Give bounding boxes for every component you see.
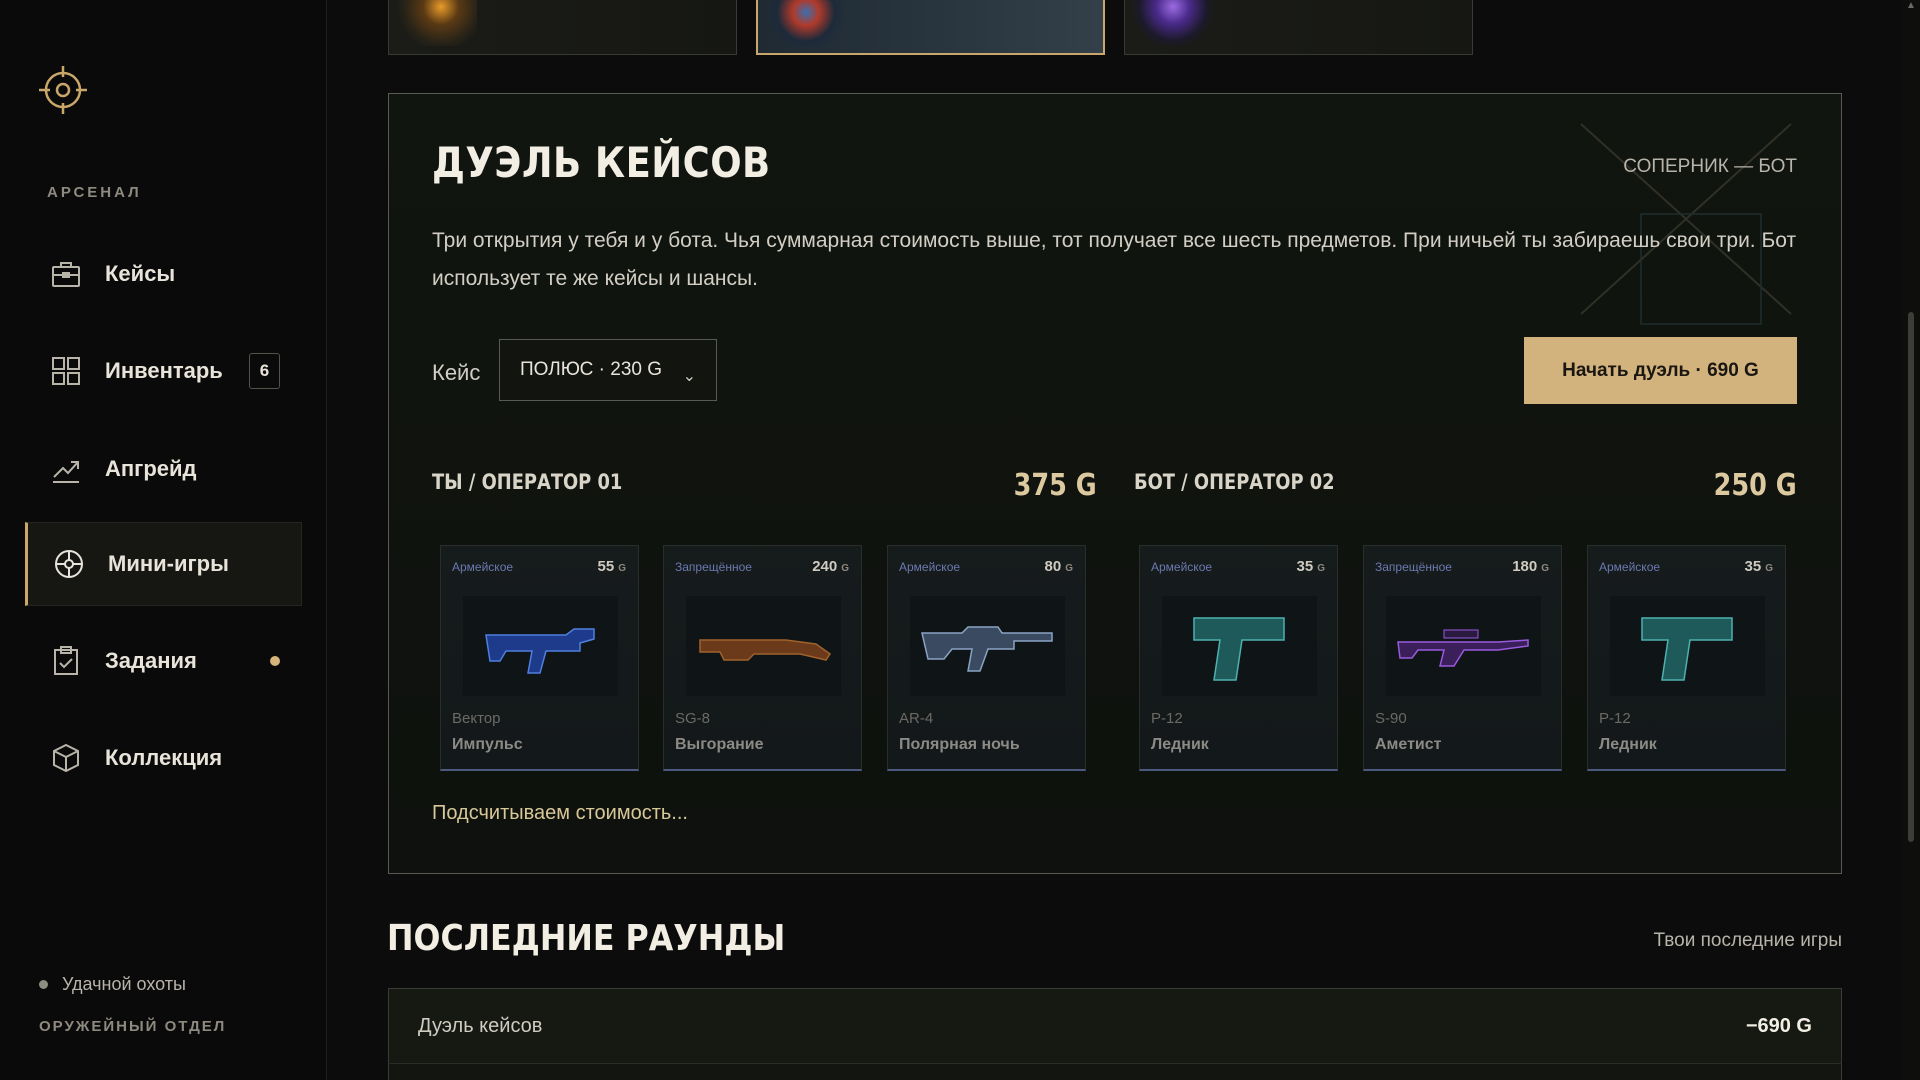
case-image bbox=[397, 0, 477, 46]
shotgun-icon bbox=[686, 596, 841, 696]
case-thumbnail[interactable] bbox=[1124, 0, 1473, 55]
recent-games-link[interactable]: Твои последние игры bbox=[1653, 930, 1842, 952]
item-model: P-12 bbox=[1599, 710, 1631, 727]
sidebar-item-inventory[interactable]: Инвентарь 6 bbox=[25, 329, 302, 413]
item-skin: Полярная ночь bbox=[899, 736, 1020, 753]
item-price: 80 G bbox=[1044, 558, 1073, 575]
item-model: AR-4 bbox=[899, 710, 934, 727]
sidebar-item-label: Коллекция bbox=[105, 745, 223, 770]
pistol-icon bbox=[1610, 596, 1765, 696]
item-card[interactable]: Армейское 80 G AR-4 Полярная ночь bbox=[887, 545, 1086, 771]
case-thumbnail-selected[interactable] bbox=[756, 0, 1105, 55]
opponent-label: СОПЕРНИК — БОТ bbox=[1623, 156, 1797, 177]
scrollbar-thumb[interactable] bbox=[1908, 312, 1914, 842]
sidebar-item-label: Инвентарь bbox=[105, 358, 223, 383]
item-card[interactable]: Запрещённое 240 G SG-8 Выгорание bbox=[663, 545, 862, 771]
table-row[interactable]: Дуэль кейсов −690 G bbox=[388, 988, 1842, 1064]
case-duel-panel: ДУЭЛЬ КЕЙСОВ СОПЕРНИК — БОТ Три открытия… bbox=[388, 93, 1842, 874]
item-card[interactable]: Запрещённое 180 G S-90 Аметист bbox=[1363, 545, 1562, 771]
item-card[interactable]: Армейское 55 G Вектор Импульс bbox=[440, 545, 639, 771]
item-rarity: Запрещённое bbox=[675, 560, 752, 574]
item-rarity: Армейское bbox=[452, 560, 514, 574]
sidebar-item-upgrade[interactable]: Апгрейд bbox=[25, 427, 302, 511]
briefcase-icon bbox=[49, 257, 83, 291]
duel-title: ДУЭЛЬ КЕЙСОВ bbox=[432, 138, 771, 187]
item-skin: Ледник bbox=[1151, 736, 1209, 753]
smg-icon bbox=[463, 596, 618, 696]
rifle-icon bbox=[910, 596, 1065, 696]
item-rarity: Армейское bbox=[899, 560, 961, 574]
chevron-down-icon: ⌄ bbox=[682, 368, 696, 385]
item-card[interactable]: Армейское 35 G P-12 Ледник bbox=[1587, 545, 1786, 771]
item-rarity: Армейское bbox=[1599, 560, 1661, 574]
scroll-up-icon[interactable]: ▲ bbox=[1906, 0, 1916, 11]
duel-description: Три открытия у тебя и у бота. Чья суммар… bbox=[432, 229, 1797, 290]
sidebar-item-tasks[interactable]: Задания bbox=[25, 619, 302, 703]
sidebar-item-label: Апгрейд bbox=[105, 456, 197, 481]
bot-total: 250 G bbox=[1713, 468, 1797, 503]
clipboard-icon bbox=[49, 644, 83, 678]
sidebar-item-label: Задания bbox=[105, 648, 197, 673]
status-dot bbox=[39, 980, 48, 989]
case-select-label: Кейс bbox=[432, 360, 481, 385]
department-label: ОРУЖЕЙНЫЙ ОТДЕЛ bbox=[39, 1018, 227, 1035]
case-select-value: ПОЛЮС · 230 G bbox=[520, 359, 663, 380]
item-price: 240 G bbox=[812, 558, 849, 575]
start-duel-button[interactable]: Начать дуэль · 690 G bbox=[1524, 337, 1797, 404]
item-price: 35 G bbox=[1744, 558, 1773, 575]
item-card[interactable]: Армейское 35 G P-12 Ледник bbox=[1139, 545, 1338, 771]
recent-rounds-title: ПОСЛЕДНИЕ РАУНДЫ bbox=[387, 918, 786, 959]
case-select[interactable]: ПОЛЮС · 230 G ⌄ bbox=[499, 339, 717, 401]
item-skin: Аметист bbox=[1375, 736, 1442, 753]
player-label: ТЫ / ОПЕРАТОР 01 bbox=[432, 470, 623, 494]
inventory-count-badge: 6 bbox=[249, 353, 280, 389]
case-image bbox=[766, 0, 846, 46]
sidebar-item-label: Мини-игры bbox=[108, 551, 229, 576]
sidebar-item-label: Кейсы bbox=[105, 261, 176, 286]
item-price: 55 G bbox=[597, 558, 626, 575]
item-model: P-12 bbox=[1151, 710, 1183, 727]
crosshair-icon[interactable] bbox=[37, 64, 89, 116]
item-price: 180 G bbox=[1512, 558, 1549, 575]
status-text: Удачной охоты bbox=[62, 974, 186, 994]
item-model: Вектор bbox=[452, 710, 501, 727]
status-indicator: Удачной охоты bbox=[39, 974, 186, 995]
cube-icon bbox=[49, 741, 83, 775]
item-skin: Импульс bbox=[452, 736, 523, 753]
player-total: 375 G bbox=[1013, 468, 1097, 503]
notification-dot bbox=[270, 656, 280, 666]
case-image bbox=[1133, 0, 1213, 46]
trend-up-icon bbox=[49, 452, 83, 486]
bot-label: БОТ / ОПЕРАТОР 02 bbox=[1134, 470, 1335, 494]
sidebar-item-collection[interactable]: Коллекция bbox=[25, 716, 302, 800]
sidebar-item-cases[interactable]: Кейсы bbox=[25, 232, 302, 316]
item-rarity: Армейское bbox=[1151, 560, 1213, 574]
item-skin: Ледник bbox=[1599, 736, 1657, 753]
round-name: Дуэль кейсов bbox=[418, 1014, 543, 1037]
case-thumbnail[interactable] bbox=[388, 0, 737, 55]
sidebar-item-minigames[interactable]: Мини-игры bbox=[25, 522, 302, 606]
grid-icon bbox=[49, 354, 83, 388]
item-model: SG-8 bbox=[675, 710, 711, 727]
compass-icon bbox=[52, 547, 86, 581]
page-scrollbar[interactable]: ▲ bbox=[1902, 0, 1920, 1080]
item-model: S-90 bbox=[1375, 710, 1407, 727]
round-amount: −690 G bbox=[1745, 1014, 1812, 1037]
item-rarity: Запрещённое bbox=[1375, 560, 1452, 574]
sidebar: АРСЕНАЛ Кейсы Инвентарь 6 Апгрейд Мини-и… bbox=[0, 0, 327, 1080]
calculation-status: Подсчитываем стоимость... bbox=[432, 802, 688, 824]
sidebar-section-label: АРСЕНАЛ bbox=[47, 184, 142, 201]
item-skin: Выгорание bbox=[675, 736, 764, 753]
pistol-icon bbox=[1162, 596, 1317, 696]
item-price: 35 G bbox=[1296, 558, 1325, 575]
sniper-rifle-icon bbox=[1386, 596, 1541, 696]
table-row[interactable] bbox=[388, 1063, 1842, 1080]
